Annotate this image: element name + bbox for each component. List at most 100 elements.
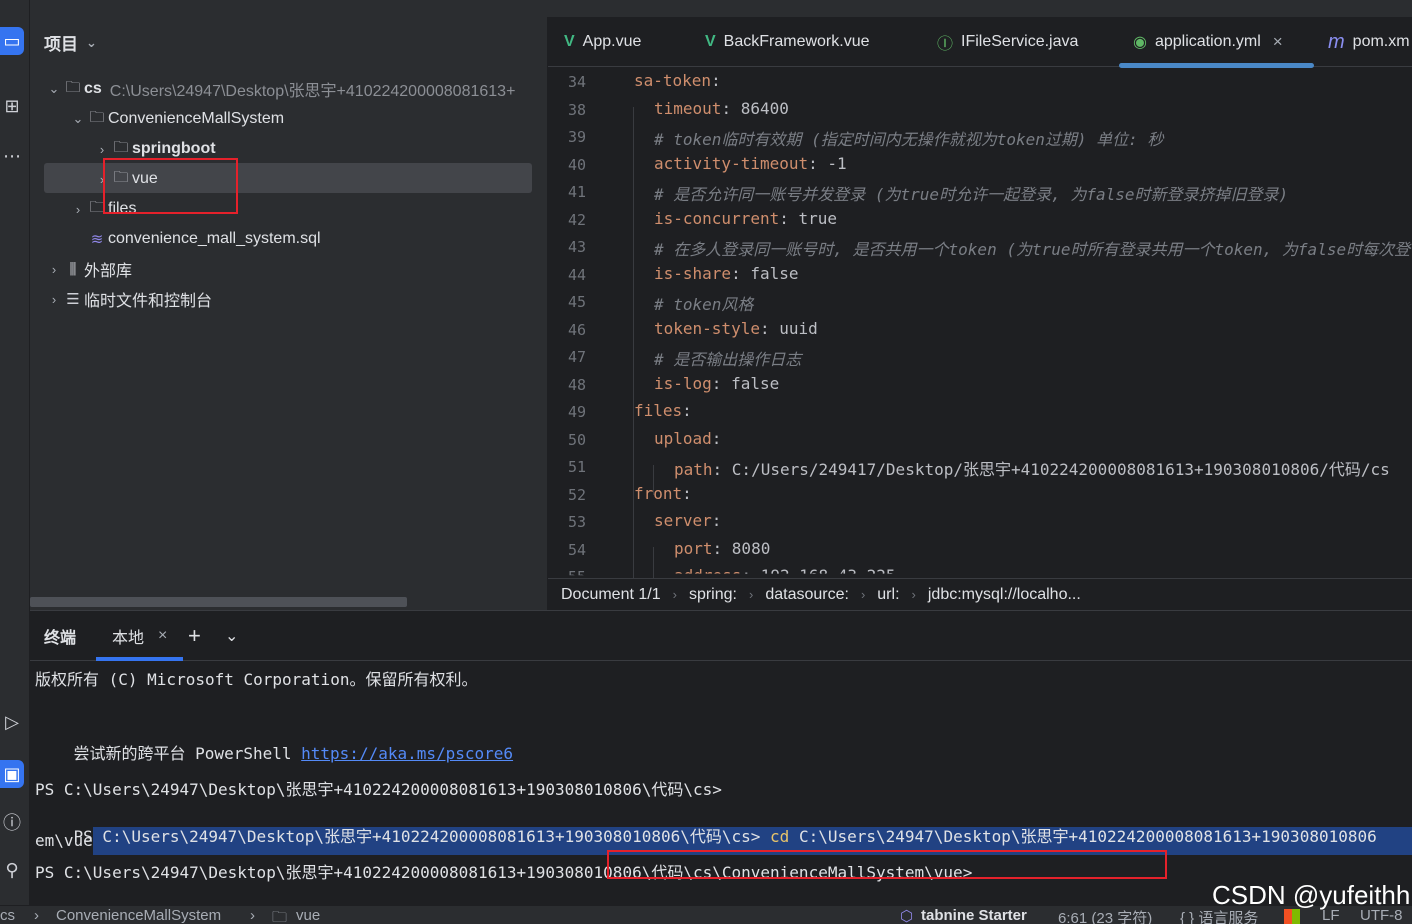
tab-backframework-vue[interactable]: V BackFramework.vue <box>705 17 870 67</box>
editor-tabs: V App.vue V BackFramework.vue Ⓘ IFileSer… <box>548 17 1412 68</box>
horizontal-scrollbar[interactable] <box>30 597 407 607</box>
breadcrumb-item[interactable]: url: <box>877 586 899 604</box>
chevron-down-icon[interactable]: ⌄ <box>225 611 238 661</box>
breadcrumb-item[interactable]: datasource: <box>765 586 849 604</box>
yaml-separator: : <box>712 460 732 479</box>
chevron-right-icon: › <box>672 587 677 602</box>
tab-application-yml[interactable]: ◉ application.yml × <box>1133 17 1283 67</box>
tree-item-external-libraries[interactable]: › ⫼ 外部库 <box>30 254 547 284</box>
line-number: 38 <box>568 100 587 119</box>
yaml-value: 86400 <box>740 98 789 118</box>
code-comment: # token临时有效期 (指定时间内无操作就视为token过期) 单位: 秒 <box>654 130 1164 149</box>
yaml-icon: ◉ <box>1133 34 1147 51</box>
status-crumb[interactable]: vue <box>296 907 320 924</box>
chevron-right-icon: › <box>860 587 866 602</box>
terminal-text: 尝试新的跨平台 PowerShell <box>73 744 302 763</box>
git-icon[interactable]: ⚲ <box>0 856 24 884</box>
yaml-value: false <box>750 263 799 283</box>
yaml-key: is-log <box>654 373 712 393</box>
project-title: 项目 <box>44 35 78 54</box>
code-line: # 在多人登录同一账号时, 是否共用一个token (为true时所有登录共用一… <box>654 236 1410 260</box>
chevron-down-icon[interactable]: ⌄ <box>46 81 62 97</box>
yaml-key: upload <box>654 428 712 448</box>
line-number: 48 <box>568 375 587 394</box>
yaml-value: uuid <box>779 318 818 338</box>
tab-local[interactable]: 本地 × <box>112 611 167 661</box>
code-comment: # 是否输出操作日志 <box>654 350 802 369</box>
powershell-link[interactable]: https://aka.ms/pscore6 <box>301 744 513 763</box>
code-comment: # 是否允许同一账号并发登录 (为true时允许一起登录, 为false时新登录… <box>654 185 1289 204</box>
annotation-box <box>103 158 238 214</box>
code-line: front: <box>634 484 692 503</box>
code-line: path: C:/Users/249417/Desktop/张思宇+410224… <box>674 456 1390 480</box>
yaml-separator: : <box>721 98 741 118</box>
chevron-right-icon[interactable]: › <box>46 262 62 277</box>
chevron-down-icon[interactable]: ⌄ <box>86 35 97 51</box>
tab-app-vue[interactable]: V App.vue <box>564 17 641 67</box>
code-line: # token风格 <box>654 291 753 315</box>
add-terminal-button[interactable]: + <box>188 611 201 661</box>
line-number: 39 <box>568 128 587 146</box>
yaml-key: token-style <box>654 318 760 338</box>
yaml-separator: : <box>711 511 722 530</box>
project-panel-header[interactable]: 项目 ⌄ <box>44 30 97 55</box>
chevron-right-icon[interactable]: › <box>46 292 62 307</box>
chevron-down-icon[interactable]: ⌄ <box>70 111 86 127</box>
yaml-key: server <box>654 511 712 530</box>
annotation-box <box>607 850 1167 879</box>
code-line: is-log: false <box>654 374 779 393</box>
status-crumb[interactable]: ConvenienceMallSystem <box>56 907 221 924</box>
terminal-text: C:\Users\24947\Desktop\张思宇+4102242000080… <box>789 827 1377 846</box>
yaml-value: 8080 <box>731 538 771 558</box>
tree-item-label: 外部库 <box>84 263 133 280</box>
terminal-command: cd <box>770 827 790 846</box>
editor: V App.vue V BackFramework.vue Ⓘ IFileSer… <box>548 17 1412 610</box>
folder-icon: 🗀 <box>272 909 288 924</box>
tree-item-cs[interactable]: ⌄ 🗀 cs C:\Users\24947\Desktop\张思宇+410224… <box>30 74 547 104</box>
line-number: 50 <box>568 430 587 449</box>
run-icon[interactable]: ▷ <box>0 708 24 736</box>
yaml-key: port <box>674 538 713 558</box>
tree-item-scratches[interactable]: › ☰ 临时文件和控制台 <box>30 284 547 314</box>
tree-item-conveniencemallsystem[interactable]: ⌄ 🗀 ConvenienceMallSystem <box>30 104 547 134</box>
tab-label: 本地 <box>112 630 145 647</box>
close-icon[interactable]: × <box>1273 32 1283 52</box>
line-number: 44 <box>568 265 587 284</box>
tree-item-label: springboot <box>132 140 216 157</box>
active-tab-indicator <box>96 657 183 661</box>
breadcrumb-item[interactable]: Document 1/1 <box>561 586 661 604</box>
tab-pom-xml[interactable]: m pom.xm <box>1328 17 1410 67</box>
code-line: timeout: 86400 <box>654 99 789 118</box>
breadcrumb-item[interactable]: spring: <box>689 586 737 604</box>
tab-label: pom.xm <box>1352 33 1410 50</box>
terminal-title: 终端 <box>44 630 77 647</box>
tab-label: BackFramework.vue <box>723 33 870 50</box>
yaml-value: -1 <box>827 153 847 173</box>
project-panel: 项目 ⌄ ⌄ 🗀 cs C:\Users\24947\Desktop\张思宇+4… <box>30 0 547 610</box>
tabnine-status[interactable]: tabnine Starter <box>921 907 1027 924</box>
yaml-separator: : <box>779 208 799 228</box>
cursor-position[interactable]: 6:61 (23 字符) <box>1058 907 1152 924</box>
structure-icon[interactable]: ⊞ <box>0 92 24 120</box>
breadcrumb-item[interactable]: jdbc:mysql://localho... <box>928 586 1081 604</box>
tab-ifileservice-java[interactable]: Ⓘ IFileService.java <box>937 17 1078 67</box>
code-line: server: <box>654 511 721 530</box>
more-icon[interactable]: ⋯ <box>0 142 24 170</box>
breadcrumb: Document 1/1 › spring: › datasource: › u… <box>548 578 1412 610</box>
tree-item-sql-file[interactable]: ≋ convenience_mall_system.sql <box>30 224 547 254</box>
chevron-right-icon[interactable]: › <box>94 142 110 157</box>
folder-icon[interactable]: ▭ <box>0 27 24 55</box>
module-folder-icon: 🗀 <box>65 78 81 96</box>
yaml-value: C:/Users/249417/Desktop/张思宇+410224200008… <box>731 460 1390 479</box>
status-crumb[interactable]: cs <box>0 907 15 924</box>
code-line: sa-token: <box>634 71 721 90</box>
indent-guide <box>653 547 654 579</box>
code-line: # token临时有效期 (指定时间内无操作就视为token过期) 单位: 秒 <box>654 126 1163 150</box>
line-number: 46 <box>568 320 587 339</box>
vue-icon: V <box>705 33 716 50</box>
terminal-icon[interactable]: ▣ <box>0 760 24 788</box>
problems-icon[interactable]: ⓘ <box>0 808 24 836</box>
scratch-console-icon: ☰ <box>66 291 80 308</box>
close-icon[interactable]: × <box>158 627 167 645</box>
chevron-right-icon[interactable]: › <box>70 202 86 217</box>
